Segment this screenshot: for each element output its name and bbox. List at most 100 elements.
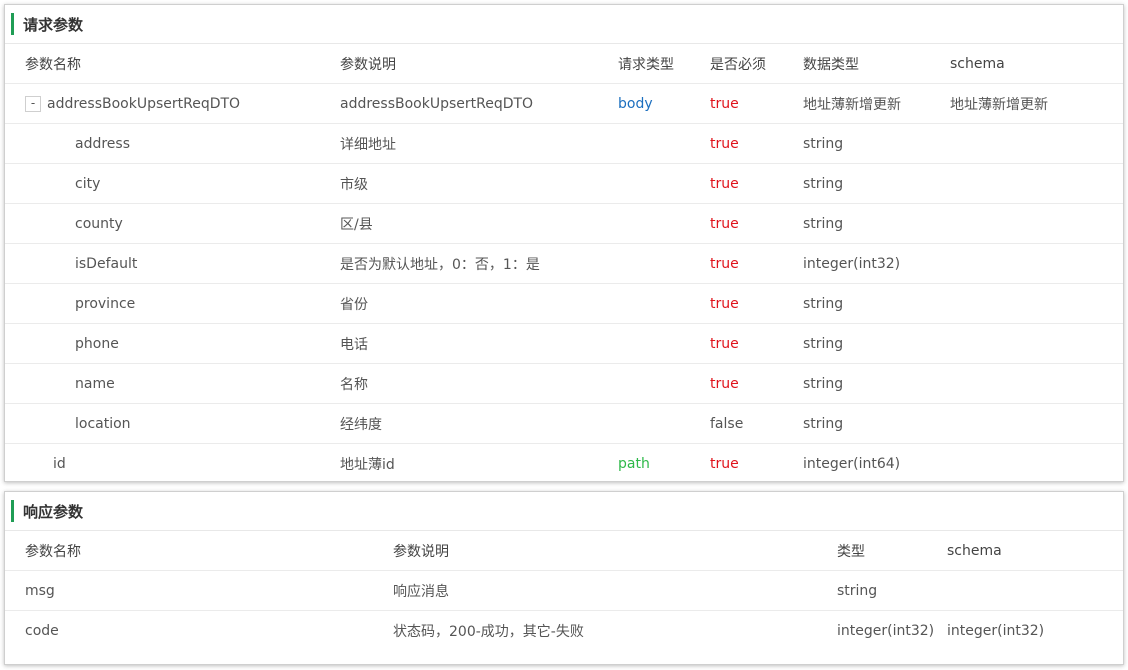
param-schema (950, 444, 1123, 484)
param-name: county (5, 203, 340, 244)
param-type: string (803, 403, 950, 444)
param-required: false (710, 403, 803, 444)
param-required: true (710, 243, 803, 284)
param-desc: 地址薄id (340, 456, 395, 473)
collapse-toggle[interactable]: - (25, 95, 41, 112)
table-header-row: 参数名称 参数说明 请求类型 是否必须 数据类型 schema (5, 44, 1123, 84)
accent-bar (11, 13, 14, 35)
table-row: msg 响应消息 string (5, 570, 1123, 611)
param-name: code (25, 622, 59, 639)
param-schema (950, 283, 1123, 324)
param-schema (950, 203, 1123, 244)
param-desc: 状态码，200-成功，其它-失败 (393, 623, 584, 640)
param-name: province (5, 283, 340, 324)
param-type: string (803, 283, 950, 324)
param-type: integer(int32) (837, 622, 935, 639)
param-schema: integer(int32) (947, 622, 1045, 639)
table-row: address 详细地址 true string (5, 123, 1123, 164)
param-type: 地址薄新增更新 (803, 83, 950, 124)
response-params-header: 响应参数 (5, 492, 1123, 531)
param-desc: 是否为默认地址，0：否，1：是 (340, 243, 618, 284)
table-row: location 经纬度 false string (5, 403, 1123, 444)
table-row: name 名称 true string (5, 363, 1123, 404)
param-name: phone (5, 323, 340, 364)
table-row: city 市级 true string (5, 163, 1123, 204)
param-schema (947, 570, 1123, 611)
param-desc: addressBookUpsertReqDTO (340, 83, 618, 124)
response-params-title: 响应参数 (23, 503, 84, 521)
param-in (618, 123, 710, 164)
param-desc: 市级 (340, 163, 618, 204)
table-row: county 区/县 true string (5, 203, 1123, 244)
param-desc: 区/县 (340, 203, 618, 244)
param-desc: 详细地址 (340, 123, 618, 164)
param-required: true (710, 455, 739, 472)
param-schema (950, 123, 1123, 164)
param-desc: 名称 (340, 363, 618, 404)
param-in (618, 163, 710, 204)
request-params-title: 请求参数 (23, 16, 84, 34)
param-desc: 经纬度 (340, 403, 618, 444)
param-name: id (53, 455, 66, 472)
param-name-cell: - addressBookUpsertReqDTO (5, 83, 340, 124)
param-required: true (710, 323, 803, 364)
param-schema (950, 163, 1123, 204)
table-row: code 状态码，200-成功，其它-失败 integer(int32) int… (5, 611, 1123, 651)
table-row: province 省份 true string (5, 283, 1123, 324)
col-header-name: 参数名称 (5, 531, 393, 571)
param-in (618, 323, 710, 364)
param-in (618, 243, 710, 284)
param-required: true (710, 283, 803, 324)
col-header-desc: 参数说明 (393, 531, 837, 571)
param-in (618, 283, 710, 324)
param-type: integer(int32) (803, 243, 950, 284)
col-header-type: 数据类型 (803, 44, 950, 84)
param-in (618, 403, 710, 444)
param-schema[interactable]: 地址薄新增更新 (950, 83, 1123, 124)
param-name: isDefault (5, 243, 340, 284)
param-type: string (803, 203, 950, 244)
param-type: string (803, 123, 950, 164)
param-required: true (710, 163, 803, 204)
param-required: true (710, 83, 803, 124)
param-in (618, 203, 710, 244)
param-schema (950, 323, 1123, 364)
param-name: address (5, 123, 340, 164)
param-in: path (618, 455, 650, 472)
param-schema (950, 403, 1123, 444)
request-params-panel: 请求参数 参数名称 参数说明 请求类型 是否必须 数据类型 schema - ad… (4, 4, 1124, 482)
param-type: string (803, 363, 950, 404)
param-required: true (710, 123, 803, 164)
param-name: location (5, 403, 340, 444)
param-type: integer(int64) (803, 455, 901, 472)
param-desc: 响应消息 (393, 570, 837, 611)
request-params-table: 参数名称 参数说明 请求类型 是否必须 数据类型 schema - address… (5, 44, 1123, 483)
col-header-required: 是否必须 (710, 44, 803, 84)
param-name: name (5, 363, 340, 404)
table-row: phone 电话 true string (5, 323, 1123, 364)
accent-bar (11, 500, 14, 522)
param-in: body (618, 83, 710, 124)
response-params-table: 参数名称 参数说明 类型 schema msg 响应消息 string code… (5, 531, 1123, 650)
param-name: addressBookUpsertReqDTO (47, 95, 241, 112)
response-params-panel: 响应参数 参数名称 参数说明 类型 schema msg 响应消息 string… (4, 491, 1124, 665)
param-type: string (803, 323, 950, 364)
col-header-name: 参数名称 (5, 44, 340, 84)
param-schema (950, 363, 1123, 404)
request-params-header: 请求参数 (5, 5, 1123, 44)
col-header-desc: 参数说明 (340, 44, 618, 84)
param-name: city (5, 163, 340, 204)
param-in (618, 363, 710, 404)
param-required: true (710, 203, 803, 244)
param-type: string (837, 570, 947, 611)
col-header-in: 请求类型 (618, 44, 710, 84)
param-required: true (710, 363, 803, 404)
param-name: msg (5, 570, 393, 611)
col-header-schema: schema (950, 44, 1123, 84)
param-desc: 电话 (340, 323, 618, 364)
col-header-type: 类型 (837, 531, 947, 571)
table-row: isDefault 是否为默认地址，0：否，1：是 true integer(i… (5, 243, 1123, 284)
param-desc: 省份 (340, 283, 618, 324)
table-row: id 地址薄id path true integer(int64) (5, 444, 1123, 484)
param-type: string (803, 163, 950, 204)
